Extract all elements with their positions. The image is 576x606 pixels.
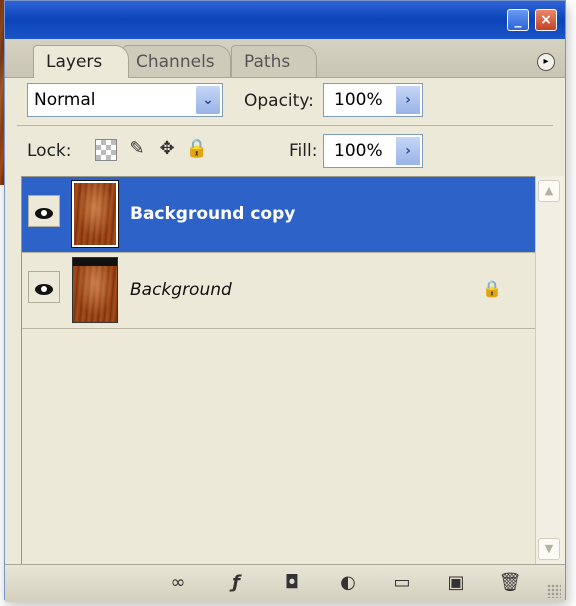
lock-transparent-icon[interactable] — [95, 139, 117, 161]
new-layer-icon[interactable]: ▣ — [443, 571, 469, 595]
title-bar[interactable]: _ × — [5, 1, 565, 39]
layer-name: Background copy — [130, 204, 296, 224]
eye-icon — [35, 284, 53, 295]
lock-all-icon[interactable]: 🔒 — [185, 137, 209, 161]
layer-style-icon[interactable]: ƒ — [223, 571, 249, 595]
divider — [17, 125, 553, 126]
eye-icon — [35, 208, 53, 219]
visibility-toggle[interactable] — [28, 195, 60, 227]
lock-icon: 🔒 — [482, 279, 502, 298]
new-group-icon[interactable]: ▭ — [389, 571, 415, 595]
layer-row-background-copy[interactable]: Background copy — [22, 177, 536, 253]
resize-grip[interactable] — [547, 584, 561, 598]
tab-paths[interactable]: Paths — [231, 45, 317, 77]
blend-mode-value: Normal — [34, 90, 96, 110]
adjustment-layer-icon[interactable]: ◐ — [335, 571, 361, 595]
layer-thumbnail — [72, 257, 118, 323]
opacity-value: 100% — [334, 90, 383, 110]
fill-value: 100% — [334, 141, 383, 161]
bottom-toolbar: ∞ ƒ ◘ ◐ ▭ ▣ 🗑 — [5, 564, 565, 602]
trash-icon[interactable]: 🗑 — [497, 571, 523, 595]
close-button[interactable]: × — [535, 9, 557, 31]
lock-label: Lock: — [27, 141, 72, 161]
fill-label: Fill: — [289, 141, 318, 161]
link-layers-icon[interactable]: ∞ — [165, 571, 191, 595]
fill-field[interactable]: 100% › — [323, 134, 423, 168]
tab-channels[interactable]: Channels — [123, 45, 231, 77]
minimize-button[interactable]: _ — [507, 9, 529, 31]
visibility-toggle[interactable] — [28, 271, 60, 303]
layer-thumbnail — [71, 180, 119, 248]
layers-panel: _ × Channels Paths Layers ▸ Normal ⌄ Opa… — [4, 0, 566, 602]
add-mask-icon[interactable]: ◘ — [279, 571, 305, 595]
scrollbar[interactable]: ▲ ▼ — [535, 176, 564, 564]
scroll-up-icon[interactable]: ▲ — [538, 180, 560, 202]
fill-arrow-icon[interactable]: › — [396, 137, 420, 165]
opacity-field[interactable]: 100% › — [323, 83, 423, 117]
opacity-arrow-icon[interactable]: › — [396, 86, 420, 114]
layers-list: Background copy Background 🔒 — [21, 176, 536, 565]
opacity-label: Opacity: — [244, 91, 314, 111]
tab-layers[interactable]: Layers — [33, 45, 129, 78]
layer-name: Background — [130, 280, 232, 300]
blend-mode-select[interactable]: Normal ⌄ — [27, 83, 223, 117]
lock-brush-icon[interactable]: ✎ — [125, 137, 149, 161]
tab-row: Channels Paths Layers ▸ — [5, 39, 565, 78]
lock-move-icon[interactable]: ✥ — [155, 137, 179, 161]
layer-row-background[interactable]: Background 🔒 — [22, 253, 536, 329]
scroll-down-icon[interactable]: ▼ — [538, 538, 560, 560]
thumbnail-band — [73, 258, 117, 266]
panel-menu-icon[interactable]: ▸ — [537, 53, 555, 71]
chevron-down-icon[interactable]: ⌄ — [196, 86, 220, 114]
